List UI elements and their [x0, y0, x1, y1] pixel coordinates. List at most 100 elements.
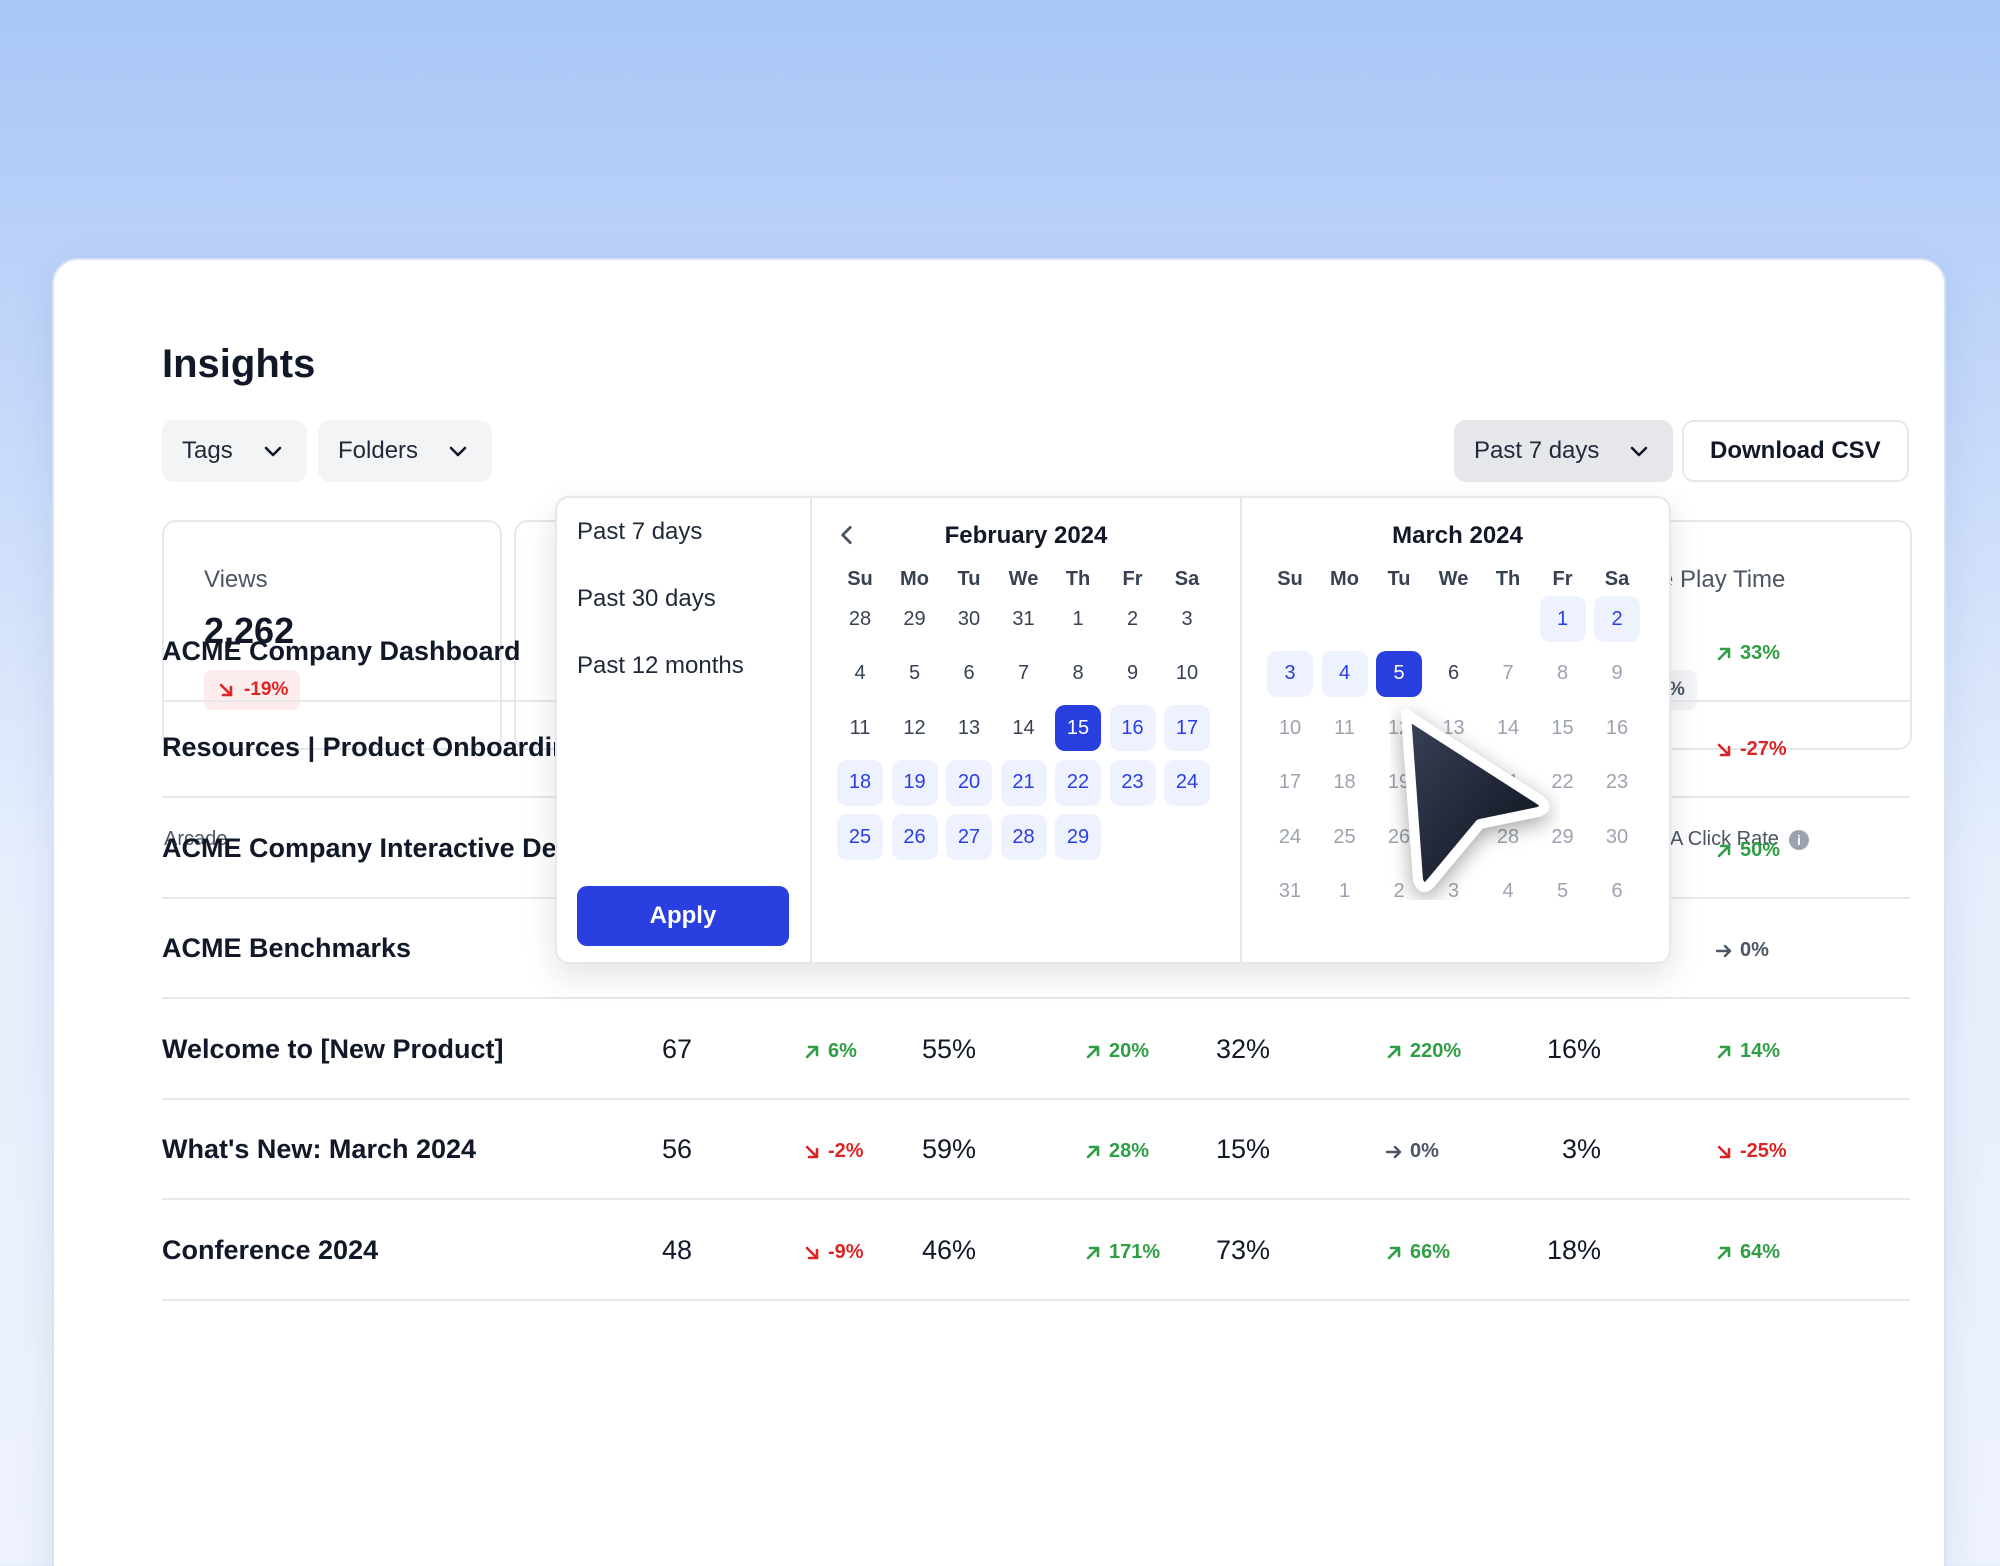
calendar-day[interactable]: 1 [1322, 869, 1368, 915]
arcade-name[interactable]: What's New: March 2024 [162, 1134, 476, 1165]
preset-list: Past 7 days Past 30 days Past 12 months … [557, 498, 812, 962]
calendar-day[interactable]: 30 [1594, 814, 1640, 860]
delta-badge: 0% [1714, 939, 1769, 962]
calendar-day[interactable]: 1 [1539, 596, 1586, 642]
calendar-day[interactable]: 18 [837, 759, 883, 806]
calendar-day[interactable]: 25 [1322, 814, 1368, 860]
calendar-day[interactable]: 7 [1485, 651, 1531, 697]
calendar-day[interactable]: 24 [1164, 759, 1210, 806]
delta-badge: 66% [1384, 1241, 1450, 1264]
calendar-day[interactable]: 24 [1267, 814, 1313, 860]
delta-value: -25% [1740, 1140, 1787, 1162]
calendar-day[interactable]: 4 [837, 651, 883, 697]
preset-past-30-days[interactable]: Past 30 days [577, 585, 716, 613]
calendar-day[interactable]: 1 [1055, 596, 1101, 642]
calendar-day[interactable]: 29 [1055, 814, 1101, 860]
chevron-down-icon [446, 439, 470, 463]
calendar-day[interactable]: 6 [1431, 651, 1477, 697]
arcade-name[interactable]: ACME Benchmarks [162, 933, 411, 964]
metric-value: 67 [661, 1034, 692, 1064]
arrow-up-right-icon [1083, 1042, 1103, 1062]
calendar-day[interactable]: 28 [1000, 814, 1047, 860]
delta-value: 33% [1740, 642, 1781, 664]
calendar-day[interactable]: 7 [1001, 651, 1047, 697]
calendar-day[interactable]: 20 [946, 759, 992, 806]
delta-value: 28% [1109, 1140, 1150, 1162]
calendar-day[interactable]: 15 [1055, 705, 1101, 751]
calendar-day[interactable]: 2 [1110, 596, 1156, 642]
calendar-day[interactable]: 10 [1164, 651, 1210, 697]
delta-badge: 14% [1714, 1040, 1780, 1063]
calendar-day[interactable]: 23 [1109, 759, 1156, 806]
folders-filter-button[interactable]: Folders [318, 420, 493, 482]
calendar-day[interactable]: 25 [837, 814, 883, 860]
table-row[interactable]: Conference 2024 48 46% 73% 18% -9% 171% 66% 64% [162, 1201, 1910, 1301]
delta-value: 220% [1410, 1040, 1462, 1062]
calendar-day[interactable]: 8 [1055, 651, 1101, 697]
table-row[interactable]: What's New: March 2024 56 59% 15% 3% -2% 28% 0%… [162, 1100, 1910, 1200]
calendar-day[interactable]: 4 [1321, 650, 1368, 697]
delta-badge: -25% [1714, 1140, 1787, 1163]
calendar-day[interactable]: 21 [1000, 759, 1047, 806]
calendar-day[interactable]: 17 [1267, 760, 1313, 806]
chevron-down-icon [261, 439, 285, 463]
preset-past-12-months[interactable]: Past 12 months [577, 652, 744, 680]
calendar-day[interactable]: 18 [1322, 760, 1368, 806]
calendar-day[interactable]: 5 [892, 651, 938, 697]
calendar-day[interactable]: 6 [1594, 869, 1640, 915]
calendar-day[interactable]: 31 [1267, 869, 1313, 915]
calendar-day[interactable]: 2 [1594, 596, 1640, 642]
calendar-day[interactable]: 17 [1164, 705, 1210, 751]
calendar-day[interactable]: 9 [1594, 651, 1640, 697]
calendar-day[interactable]: 16 [1594, 705, 1640, 751]
arrow-up-right-icon [1384, 1042, 1404, 1062]
calendar-day[interactable]: 30 [946, 596, 992, 642]
arrow-up-right-icon [1714, 644, 1734, 664]
arrow-up-right-icon [1384, 1243, 1404, 1263]
calendar-day[interactable]: 11 [837, 705, 883, 751]
calendar-day[interactable]: 14 [1001, 705, 1047, 751]
download-csv-button[interactable]: Download CSV [1682, 420, 1909, 482]
metric-value: 48 [661, 1235, 692, 1265]
arrow-up-right-icon [1714, 841, 1734, 861]
calendar-day[interactable]: 5 [1376, 650, 1422, 697]
calendar-day[interactable]: 29 [892, 596, 938, 642]
calendar-day[interactable]: 16 [1109, 705, 1156, 751]
calendar-day[interactable]: 27 [946, 814, 992, 860]
table-row[interactable]: Welcome to [New Product] 67 55% 32% 16% 6% 20%… [162, 1000, 1910, 1100]
arrow-up-right-icon [802, 1042, 822, 1062]
calendar-day[interactable]: 8 [1540, 651, 1586, 697]
arcade-name[interactable]: ACME Company Dashboard [162, 636, 521, 667]
calendar-day[interactable]: 9 [1110, 651, 1156, 697]
calendar-day[interactable]: 28 [837, 596, 883, 642]
calendar-day[interactable]: 31 [1001, 596, 1047, 642]
period-select-button[interactable]: Past 7 days [1454, 420, 1674, 482]
delta-value: 20% [1109, 1040, 1150, 1062]
tags-filter-label: Tags [182, 437, 233, 464]
arcade-name[interactable]: Welcome to [New Product] [162, 1034, 504, 1065]
calendar-day[interactable]: 13 [946, 705, 992, 751]
mouse-cursor-icon [1401, 709, 1550, 893]
calendar-day[interactable]: 19 [891, 759, 938, 806]
calendar-day[interactable]: 10 [1267, 705, 1313, 751]
calendar-day[interactable]: 26 [891, 814, 938, 860]
weekday-label: Mo [1330, 568, 1359, 590]
calendar-day[interactable]: 11 [1322, 705, 1368, 751]
delta-value: 14% [1740, 1040, 1781, 1062]
calendar-month-title: February 2024 [944, 522, 1108, 549]
arcade-name[interactable]: Conference 2024 [162, 1235, 378, 1266]
weekday-label: Mo [900, 568, 929, 590]
calendar-day[interactable]: 12 [892, 705, 938, 751]
apply-button[interactable]: Apply [577, 886, 789, 946]
arrow-up-right-icon [1083, 1243, 1103, 1263]
tags-filter-button[interactable]: Tags [162, 420, 307, 482]
delta-value: -27% [1740, 738, 1787, 760]
calendar-day[interactable]: 6 [946, 651, 992, 697]
calendar-day[interactable]: 3 [1267, 650, 1313, 697]
calendar-day[interactable]: 23 [1594, 760, 1640, 806]
arrow-up-right-icon [1083, 1142, 1103, 1162]
preset-past-7-days[interactable]: Past 7 days [577, 518, 702, 546]
calendar-day[interactable]: 3 [1164, 596, 1210, 642]
delta-value: 66% [1410, 1241, 1451, 1263]
calendar-day[interactable]: 22 [1055, 759, 1101, 806]
